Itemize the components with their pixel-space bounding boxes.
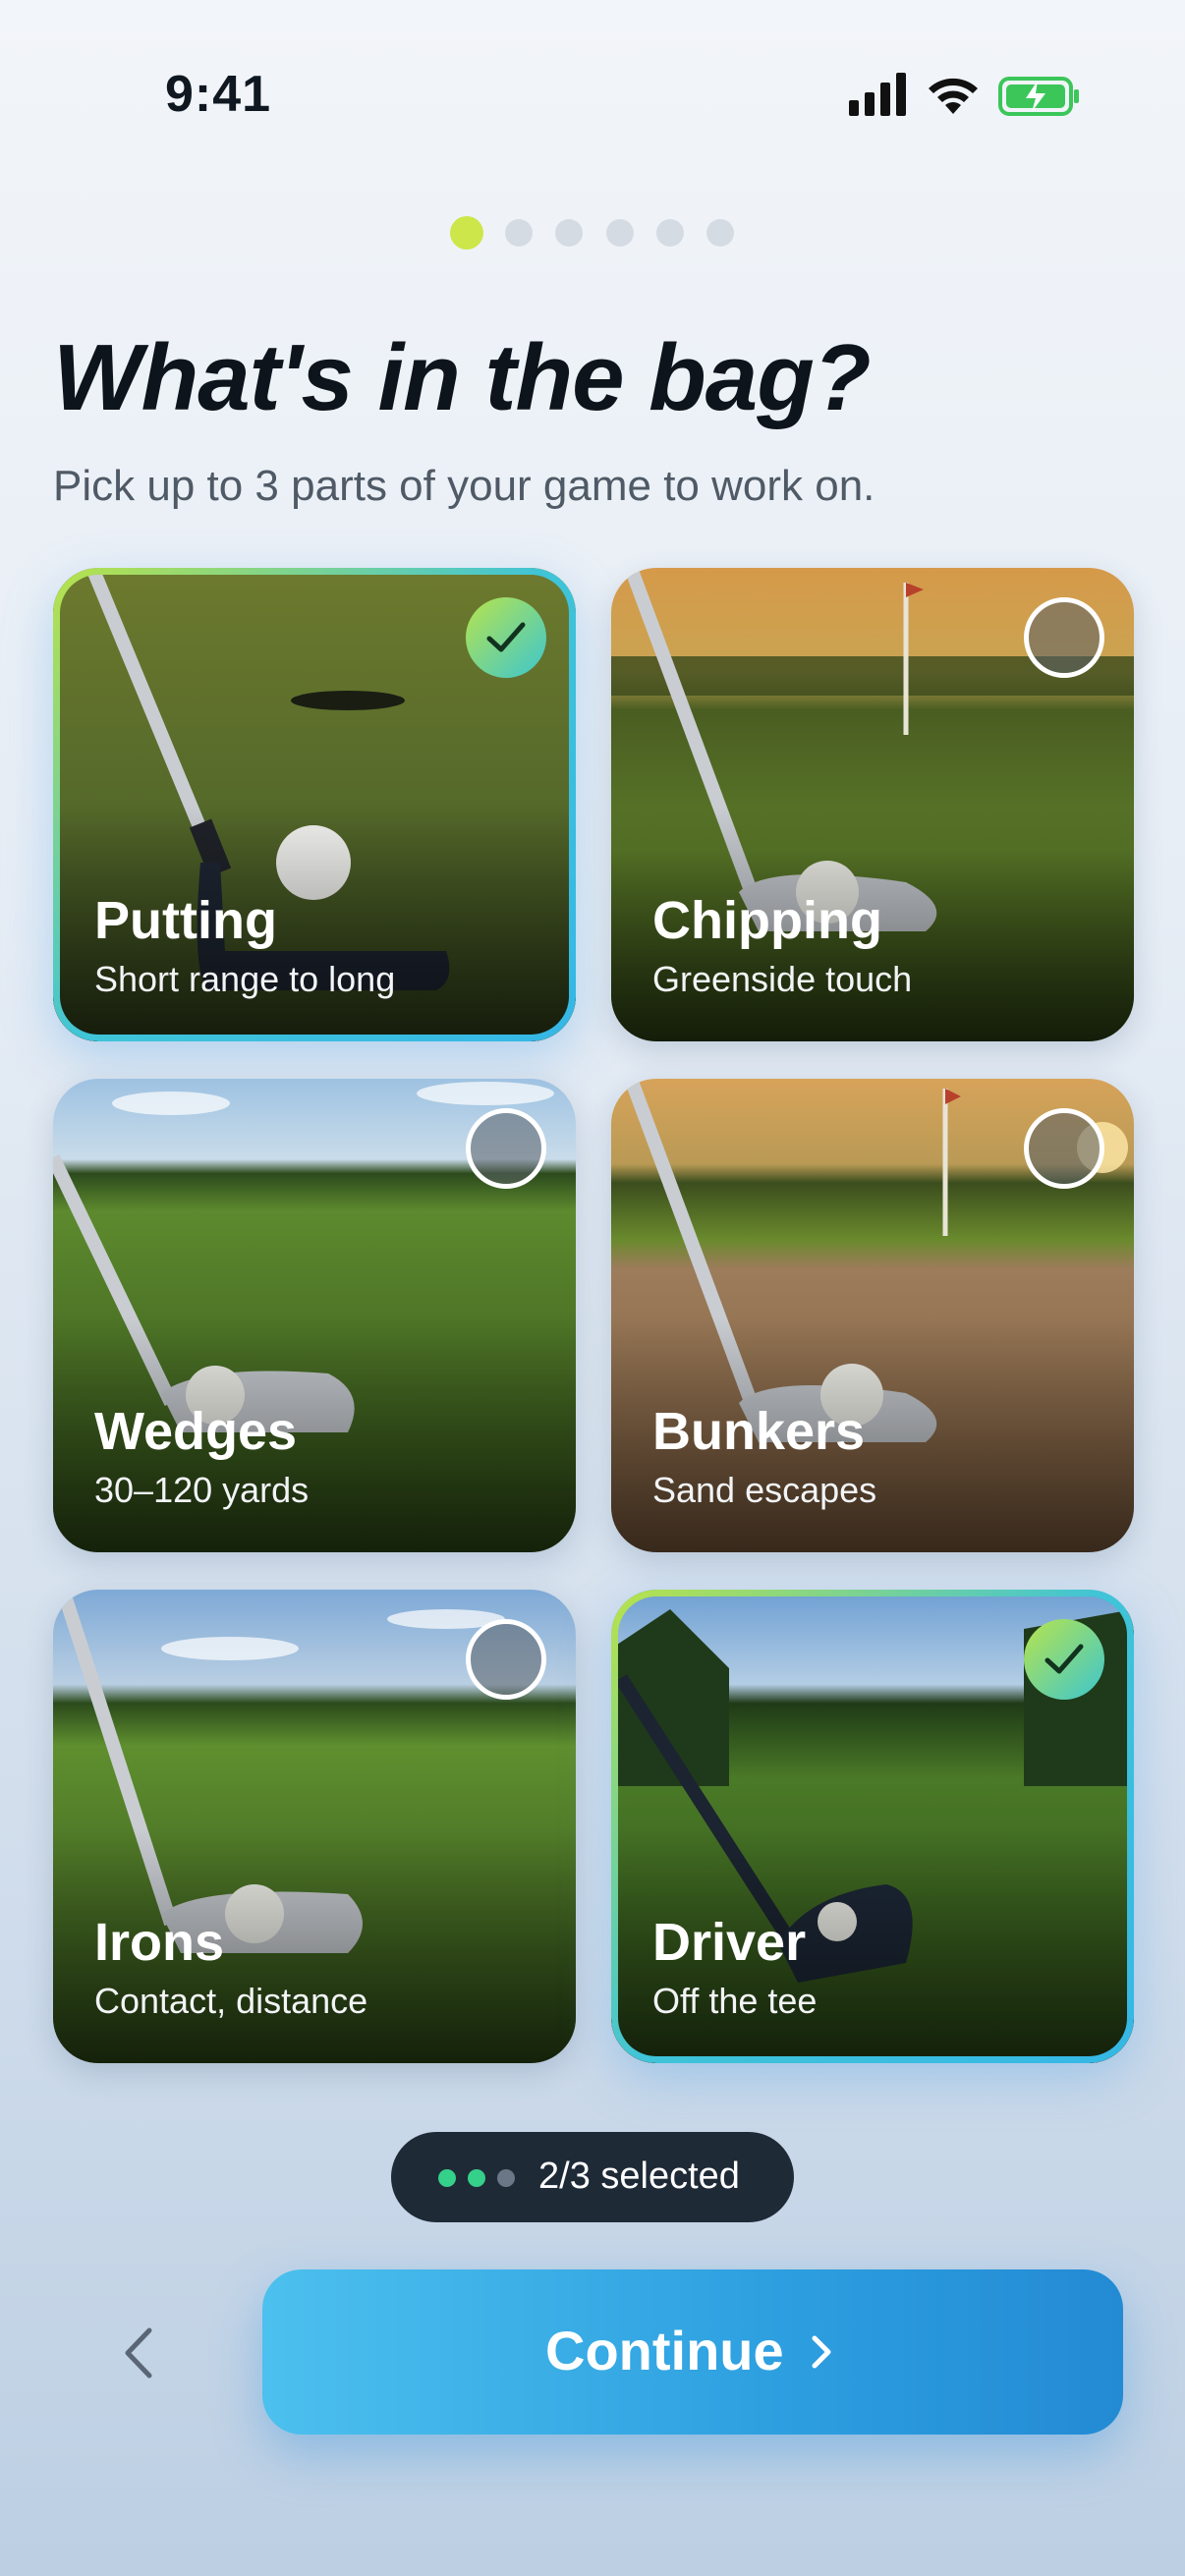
selected-checkmark-icon[interactable] — [466, 597, 546, 678]
card-title: Driver — [652, 1913, 807, 1972]
selection-dot-empty — [497, 2169, 515, 2187]
progress-indicator — [0, 216, 1185, 250]
chevron-right-icon — [812, 2335, 831, 2369]
card-subtitle: Contact, distance — [94, 1981, 368, 2021]
option-card-irons[interactable]: Irons Contact, distance — [53, 1590, 576, 2063]
selection-dot-filled — [468, 2169, 485, 2187]
status-time: 9:41 — [165, 66, 272, 123]
progress-dot-active — [450, 216, 483, 250]
unselected-circle-icon[interactable] — [1024, 1108, 1104, 1189]
selection-count-label: 2/3 selected — [538, 2156, 740, 2197]
unselected-circle-icon[interactable] — [466, 1619, 546, 1700]
progress-dot — [505, 219, 533, 247]
option-card-chipping[interactable]: Chipping Greenside touch — [611, 568, 1134, 1041]
card-subtitle: Sand escapes — [652, 1470, 877, 1510]
chevron-left-icon[interactable] — [110, 2321, 175, 2385]
continue-button[interactable]: Continue — [262, 2269, 1123, 2435]
progress-dot — [555, 219, 583, 247]
card-subtitle: Greenside touch — [652, 959, 913, 999]
page-title: What's in the bag? — [53, 325, 871, 430]
card-title: Wedges — [94, 1402, 298, 1461]
wifi-icon — [929, 78, 978, 114]
option-card-putting[interactable]: Putting Short range to long — [53, 568, 576, 1041]
card-title: Irons — [94, 1913, 225, 1972]
card-subtitle: Short range to long — [94, 959, 396, 999]
progress-dot — [706, 219, 734, 247]
cellular-signal-icon — [849, 73, 906, 116]
page-subtitle: Pick up to 3 parts of your game to work … — [53, 462, 875, 510]
selection-counter: 2/3 selected — [391, 2132, 794, 2222]
option-card-wedges[interactable]: Wedges 30–120 yards — [53, 1079, 576, 1552]
selection-dot-filled — [438, 2169, 456, 2187]
card-subtitle: Off the tee — [652, 1981, 818, 2021]
card-title: Putting — [94, 891, 277, 950]
unselected-circle-icon[interactable] — [1024, 597, 1104, 678]
option-card-driver[interactable]: Driver Off the tee — [611, 1590, 1134, 2063]
selected-checkmark-icon[interactable] — [1024, 1619, 1104, 1700]
battery-charging-icon — [998, 77, 1079, 116]
card-subtitle: 30–120 yards — [94, 1470, 310, 1510]
status-bar: 9:41 — [0, 0, 1185, 187]
continue-button-label: Continue — [545, 2320, 784, 2381]
card-title: Bunkers — [652, 1402, 866, 1461]
option-card-bunkers[interactable]: Bunkers Sand escapes — [611, 1079, 1134, 1552]
progress-dot — [656, 219, 684, 247]
card-title: Chipping — [652, 891, 882, 950]
progress-dot — [606, 219, 634, 247]
unselected-circle-icon[interactable] — [466, 1108, 546, 1189]
